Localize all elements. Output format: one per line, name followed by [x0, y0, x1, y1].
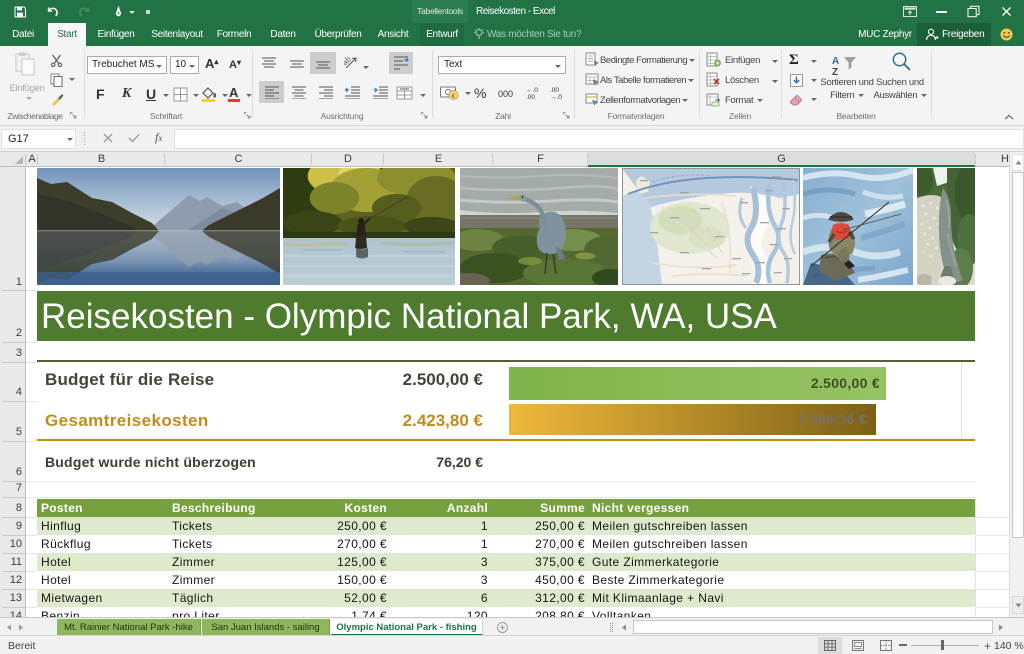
svg-text:€: €	[452, 93, 456, 100]
svg-text:A: A	[832, 56, 839, 67]
svg-text:←.0: ←.0	[526, 87, 538, 94]
svg-text:.00: .00	[550, 87, 559, 94]
svg-text:→.0: →.0	[550, 94, 562, 100]
svg-text:.00: .00	[526, 94, 535, 100]
svg-text:Z: Z	[832, 67, 838, 76]
